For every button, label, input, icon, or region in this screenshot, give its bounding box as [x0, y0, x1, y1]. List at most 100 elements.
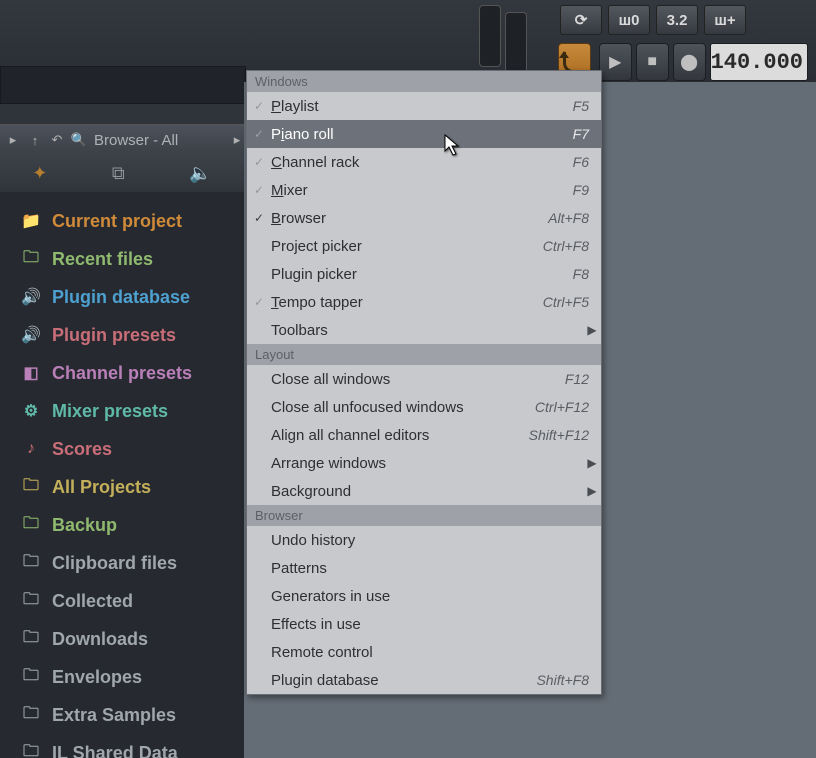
browser-item-mixer-presets[interactable]: ⚙Mixer presets: [0, 392, 244, 430]
menu-section-layout: Layout: [247, 344, 601, 365]
favorites-icon[interactable]: ✦: [32, 163, 47, 184]
folder-icon: ♪: [20, 440, 42, 458]
folder-icon: 🗀: [20, 474, 42, 501]
browser-header-label: Browser - All: [94, 132, 178, 149]
check-icon: ✓: [247, 127, 271, 141]
menu-item-label: Toolbars: [271, 322, 583, 339]
master-sliders: [476, 2, 532, 80]
menu-shortcut: Ctrl+F12: [509, 399, 601, 415]
menu-item-label: Generators in use: [271, 588, 601, 605]
play-button[interactable]: ▶: [599, 43, 632, 81]
menu-section-windows: Windows: [247, 71, 601, 92]
menu-item-plugin-picker[interactable]: Plugin pickerF8: [247, 260, 601, 288]
menu-item-remote-control[interactable]: Remote control: [247, 638, 601, 666]
browser-item-label: Backup: [52, 515, 117, 536]
snap-button[interactable]: ш0: [608, 5, 650, 35]
folder-icon: 🗀: [20, 664, 42, 691]
menu-item-close-all-windows[interactable]: Close all windowsF12: [247, 365, 601, 393]
search-icon[interactable]: 🔍: [72, 132, 86, 148]
browser-item-channel-presets[interactable]: ◧ Channel presets: [0, 354, 244, 392]
history-back-icon[interactable]: ↶: [50, 132, 64, 148]
browser-item-label: Scores: [52, 439, 112, 460]
menu-item-patterns[interactable]: Patterns: [247, 554, 601, 582]
browser-item-extra-samples[interactable]: 🗀Extra Samples: [0, 696, 244, 734]
menu-shortcut: F7: [509, 126, 601, 142]
folder-icon: 🔊: [20, 287, 42, 307]
expand-icon[interactable]: ▸: [230, 132, 244, 148]
submenu-arrow-icon: ▶: [583, 484, 601, 498]
snap-plus-button[interactable]: ш+: [704, 5, 746, 35]
copy-icon[interactable]: ⧉: [112, 163, 125, 184]
folder-icon: 🗀: [20, 740, 42, 758]
menu-item-toolbars[interactable]: Toolbars▶: [247, 316, 601, 344]
browser-item-backup[interactable]: 🗀 Backup: [0, 506, 244, 544]
menu-item-generators-in-use[interactable]: Generators in use: [247, 582, 601, 610]
up-arrow-icon[interactable]: ↑: [28, 133, 42, 148]
browser-item-plugin-database[interactable]: 🔊Plugin database: [0, 278, 244, 316]
record-button[interactable]: ⬤: [673, 43, 706, 81]
menu-item-project-picker[interactable]: Project pickerCtrl+F8: [247, 232, 601, 260]
menu-item-arrange-windows[interactable]: Arrange windows▶: [247, 449, 601, 477]
browser-item-current-project[interactable]: 📁 Current project: [0, 202, 244, 240]
snap-value-button[interactable]: 3.2: [656, 5, 698, 35]
menu-item-label: Background: [271, 483, 583, 500]
menu-item-playlist[interactable]: ✓PlaylistF5: [247, 92, 601, 120]
slider-2[interactable]: [505, 12, 527, 74]
menu-item-label: Plugin database: [271, 672, 509, 689]
menu-item-label: Close all windows: [271, 371, 509, 388]
submenu-arrow-icon: ▶: [583, 323, 601, 337]
menu-item-align-all-channel-editors[interactable]: Align all channel editorsShift+F12: [247, 421, 601, 449]
browser-header[interactable]: ▸ ↑ ↶ 🔍 Browser - All ▸: [0, 124, 250, 155]
menu-item-background[interactable]: Background▶: [247, 477, 601, 505]
browser-item-label: Plugin presets: [52, 325, 176, 346]
view-menu-dropdown: Windows✓PlaylistF5✓Piano rollF7✓Channel …: [246, 70, 602, 695]
volume-icon[interactable]: 🔈: [189, 163, 211, 184]
folder-icon: 📁: [20, 211, 42, 231]
stop-button[interactable]: ■: [636, 43, 669, 81]
menu-shortcut: Alt+F8: [509, 210, 601, 226]
menu-shortcut: Shift+F12: [509, 427, 601, 443]
browser-item-plugin-presets[interactable]: 🔊Plugin presets: [0, 316, 244, 354]
menu-item-browser[interactable]: ✓BrowserAlt+F8: [247, 204, 601, 232]
folder-icon: 🗀: [20, 246, 42, 273]
folder-icon: 🗀: [20, 512, 42, 539]
browser-item-il-shared-data[interactable]: 🗀IL Shared Data: [0, 734, 244, 758]
browser-item-all-projects[interactable]: 🗀All Projects: [0, 468, 244, 506]
browser-item-label: Mixer presets: [52, 401, 168, 422]
menu-item-plugin-database[interactable]: Plugin databaseShift+F8: [247, 666, 601, 694]
menu-item-undo-history[interactable]: Undo history: [247, 526, 601, 554]
tempo-display[interactable]: 140.000: [710, 43, 808, 81]
browser-item-scores[interactable]: ♪ Scores: [0, 430, 244, 468]
hint-panel: [0, 66, 246, 104]
menu-item-label: Playlist: [271, 98, 509, 115]
browser-item-collected[interactable]: 🗀Collected: [0, 582, 244, 620]
menu-section-browser: Browser: [247, 505, 601, 526]
browser-item-label: Current project: [52, 211, 182, 232]
folder-icon: 🗀: [20, 550, 42, 577]
menu-item-close-all-unfocused-windows[interactable]: Close all unfocused windowsCtrl+F12: [247, 393, 601, 421]
browser-item-clipboard-files[interactable]: 🗀Clipboard files: [0, 544, 244, 582]
menu-shortcut: F6: [509, 154, 601, 170]
browser-item-recent-files[interactable]: 🗀Recent files: [0, 240, 244, 278]
menu-item-label: Arrange windows: [271, 455, 583, 472]
menu-item-label: Undo history: [271, 532, 601, 549]
menu-item-piano-roll[interactable]: ✓Piano rollF7: [247, 120, 601, 148]
menu-item-channel-rack[interactable]: ✓Channel rackF6: [247, 148, 601, 176]
metronome-icon[interactable]: ⟳: [560, 5, 602, 35]
browser-item-label: Channel presets: [52, 363, 192, 384]
browser-item-downloads[interactable]: 🗀Downloads: [0, 620, 244, 658]
menu-item-effects-in-use[interactable]: Effects in use: [247, 610, 601, 638]
browser-item-label: Downloads: [52, 629, 148, 650]
menu-item-label: Piano roll: [271, 126, 509, 143]
slider-1[interactable]: [479, 5, 501, 67]
browser-toolbar: ✦ ⧉ 🔈: [0, 154, 244, 192]
check-icon: ✓: [247, 99, 271, 113]
check-icon: ✓: [247, 155, 271, 169]
submenu-arrow-icon: ▶: [583, 456, 601, 470]
browser-item-envelopes[interactable]: 🗀Envelopes: [0, 658, 244, 696]
menu-item-tempo-tapper[interactable]: ✓Tempo tapperCtrl+F5: [247, 288, 601, 316]
menu-item-mixer[interactable]: ✓MixerF9: [247, 176, 601, 204]
collapse-icon[interactable]: ▸: [6, 132, 20, 148]
folder-icon: ◧: [20, 363, 42, 383]
menu-shortcut: F12: [509, 371, 601, 387]
